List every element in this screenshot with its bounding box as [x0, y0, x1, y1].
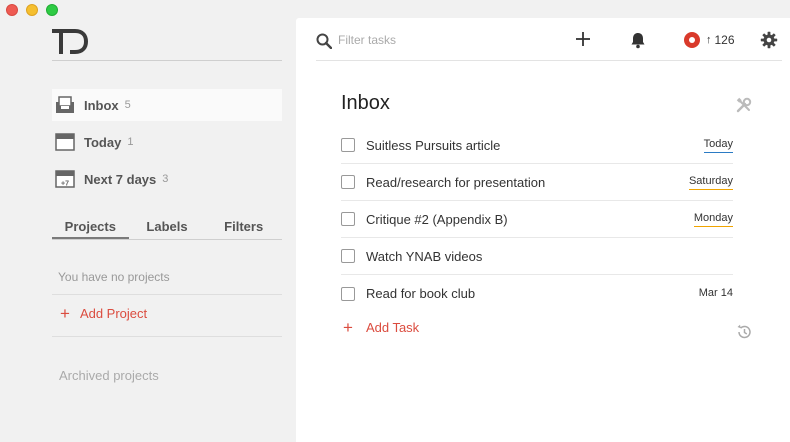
- nav-today-label: Today: [84, 134, 122, 150]
- tab-filters[interactable]: Filters: [205, 214, 282, 239]
- archived-projects-link[interactable]: Archived projects: [59, 368, 159, 383]
- divider: [52, 336, 282, 337]
- task-item[interactable]: Critique #2 (Appendix B) Monday: [341, 201, 733, 238]
- add-task-button[interactable]: + Add Task: [343, 317, 420, 337]
- todoist-logo-icon: [51, 28, 89, 54]
- karma-count: 126: [714, 33, 735, 47]
- no-projects-text: You have no projects: [58, 270, 170, 284]
- calendar-icon: [54, 132, 76, 152]
- task-item[interactable]: Suitless Pursuits article Today: [341, 127, 733, 164]
- task-item[interactable]: Watch YNAB videos: [341, 238, 733, 275]
- top-bar: ↑ 126: [316, 18, 782, 61]
- tab-labels[interactable]: Labels: [129, 214, 206, 239]
- search-input[interactable]: [338, 31, 528, 49]
- task-content[interactable]: Suitless Pursuits article: [366, 138, 704, 153]
- history-icon[interactable]: [736, 324, 752, 340]
- nav-inbox[interactable]: Inbox 5: [52, 89, 282, 121]
- tools-icon[interactable]: [736, 97, 752, 113]
- task-item[interactable]: Read for book club Mar 14: [341, 275, 733, 312]
- nav-today[interactable]: Today 1: [52, 126, 282, 158]
- page-title: Inbox: [341, 92, 390, 114]
- task-content[interactable]: Watch YNAB videos: [366, 249, 733, 264]
- task-checkbox[interactable]: [341, 249, 355, 263]
- sidebar-tabs: Projects Labels Filters: [52, 214, 282, 240]
- task-due-date[interactable]: Today: [703, 138, 733, 153]
- nav-today-count: 1: [127, 136, 134, 148]
- nav-next-7-days[interactable]: +7 Next 7 days 3: [52, 163, 282, 195]
- logo-divider: [52, 60, 282, 61]
- nav-next-7-days-count: 3: [162, 173, 169, 185]
- task-due-date[interactable]: Mar 14: [699, 287, 733, 301]
- nav-next-7-days-label: Next 7 days: [84, 171, 157, 187]
- add-task-label: Add Task: [365, 320, 420, 335]
- sidebar: Inbox 5 Today 1 +7 Next 7 days 3 Project…: [0, 0, 296, 442]
- task-checkbox[interactable]: [341, 286, 355, 301]
- calendar-plus7-icon: +7: [54, 169, 76, 189]
- task-content[interactable]: Read/research for presentation: [366, 175, 689, 190]
- karma-arrow: ↑: [706, 34, 712, 46]
- nav-inbox-count: 5: [124, 99, 131, 111]
- add-project-button[interactable]: + Add Project: [60, 303, 148, 323]
- tab-projects[interactable]: Projects: [52, 214, 129, 239]
- divider: [52, 294, 282, 295]
- task-content[interactable]: Critique #2 (Appendix B): [366, 212, 694, 227]
- search-icon: [316, 33, 333, 54]
- inbox-icon: [54, 95, 76, 115]
- task-checkbox[interactable]: [341, 175, 355, 189]
- task-list: Suitless Pursuits article Today Read/res…: [341, 127, 733, 312]
- svg-text:+7: +7: [61, 181, 69, 188]
- plus-icon: +: [343, 317, 353, 337]
- task-due-date[interactable]: Monday: [693, 212, 733, 227]
- task-content[interactable]: Read for book club: [366, 286, 699, 301]
- task-checkbox[interactable]: [341, 138, 355, 152]
- karma-icon: [684, 32, 700, 48]
- quick-add-icon[interactable]: [574, 30, 592, 48]
- gear-icon[interactable]: [760, 31, 778, 49]
- task-checkbox[interactable]: [341, 212, 355, 226]
- task-item[interactable]: Read/research for presentation Saturday: [341, 164, 733, 201]
- add-project-label: Add Project: [79, 306, 148, 321]
- bell-icon[interactable]: [629, 31, 647, 49]
- nav-inbox-label: Inbox: [84, 97, 119, 113]
- main-panel: ↑ 126 Inbox: [296, 18, 790, 442]
- karma-indicator[interactable]: ↑ 126: [684, 32, 735, 48]
- task-due-date[interactable]: Saturday: [688, 175, 733, 190]
- plus-icon: +: [60, 303, 70, 323]
